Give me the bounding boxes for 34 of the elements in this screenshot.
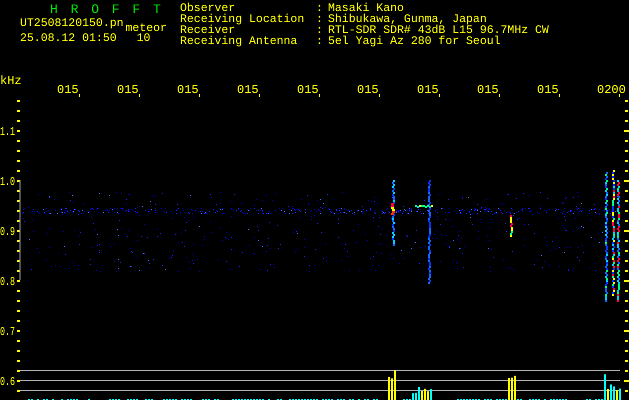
info-colon: : [316, 3, 324, 14]
time-label: 015 [357, 83, 379, 97]
frequency-label: 0.9 [0, 225, 22, 239]
info-colon: : [316, 14, 324, 25]
time-label: 015 [297, 83, 319, 97]
time-label: 015 [177, 83, 199, 97]
frequency-label: 0.7 [0, 325, 22, 339]
info-colon: : [316, 36, 324, 47]
info-value: 5el Yagi Az 280 for Seoul [328, 36, 502, 47]
info-value: Masaki Kano [328, 3, 404, 14]
info-label: Receiver [180, 25, 236, 36]
file-name: UT2508120150.pn [20, 18, 124, 29]
info-colon: : [316, 25, 324, 36]
time-label: 015 [117, 83, 139, 97]
frequency-label: 0.8 [0, 275, 22, 289]
time-label: 015 [57, 83, 79, 97]
event-category: meteor [126, 23, 167, 34]
info-value: RTL-SDR SDR# 43dB L15 96.7MHz CW [328, 25, 549, 36]
info-value: Shibukawa, Gunma, Japan [328, 14, 487, 25]
info-label: Receiving Location [180, 14, 306, 25]
frequency-label: 0.6 [0, 375, 22, 389]
frequency-label: 1.1 [0, 125, 22, 139]
info-label: Observer [180, 3, 236, 14]
axis-unit: kHz [0, 74, 22, 88]
info-label: Receiving Antenna [180, 36, 298, 47]
time-label: 015 [537, 83, 559, 97]
time-label: 0200 [597, 83, 626, 97]
event-count: 10 [136, 33, 150, 44]
time-label: 015 [237, 83, 259, 97]
app-title: H R O F F T [49, 3, 164, 17]
timestamp: 25.08.12 01:50 [20, 33, 117, 44]
time-label: 015 [477, 83, 499, 97]
time-label: 015 [417, 83, 439, 97]
frequency-label: 1.0 [0, 175, 22, 189]
